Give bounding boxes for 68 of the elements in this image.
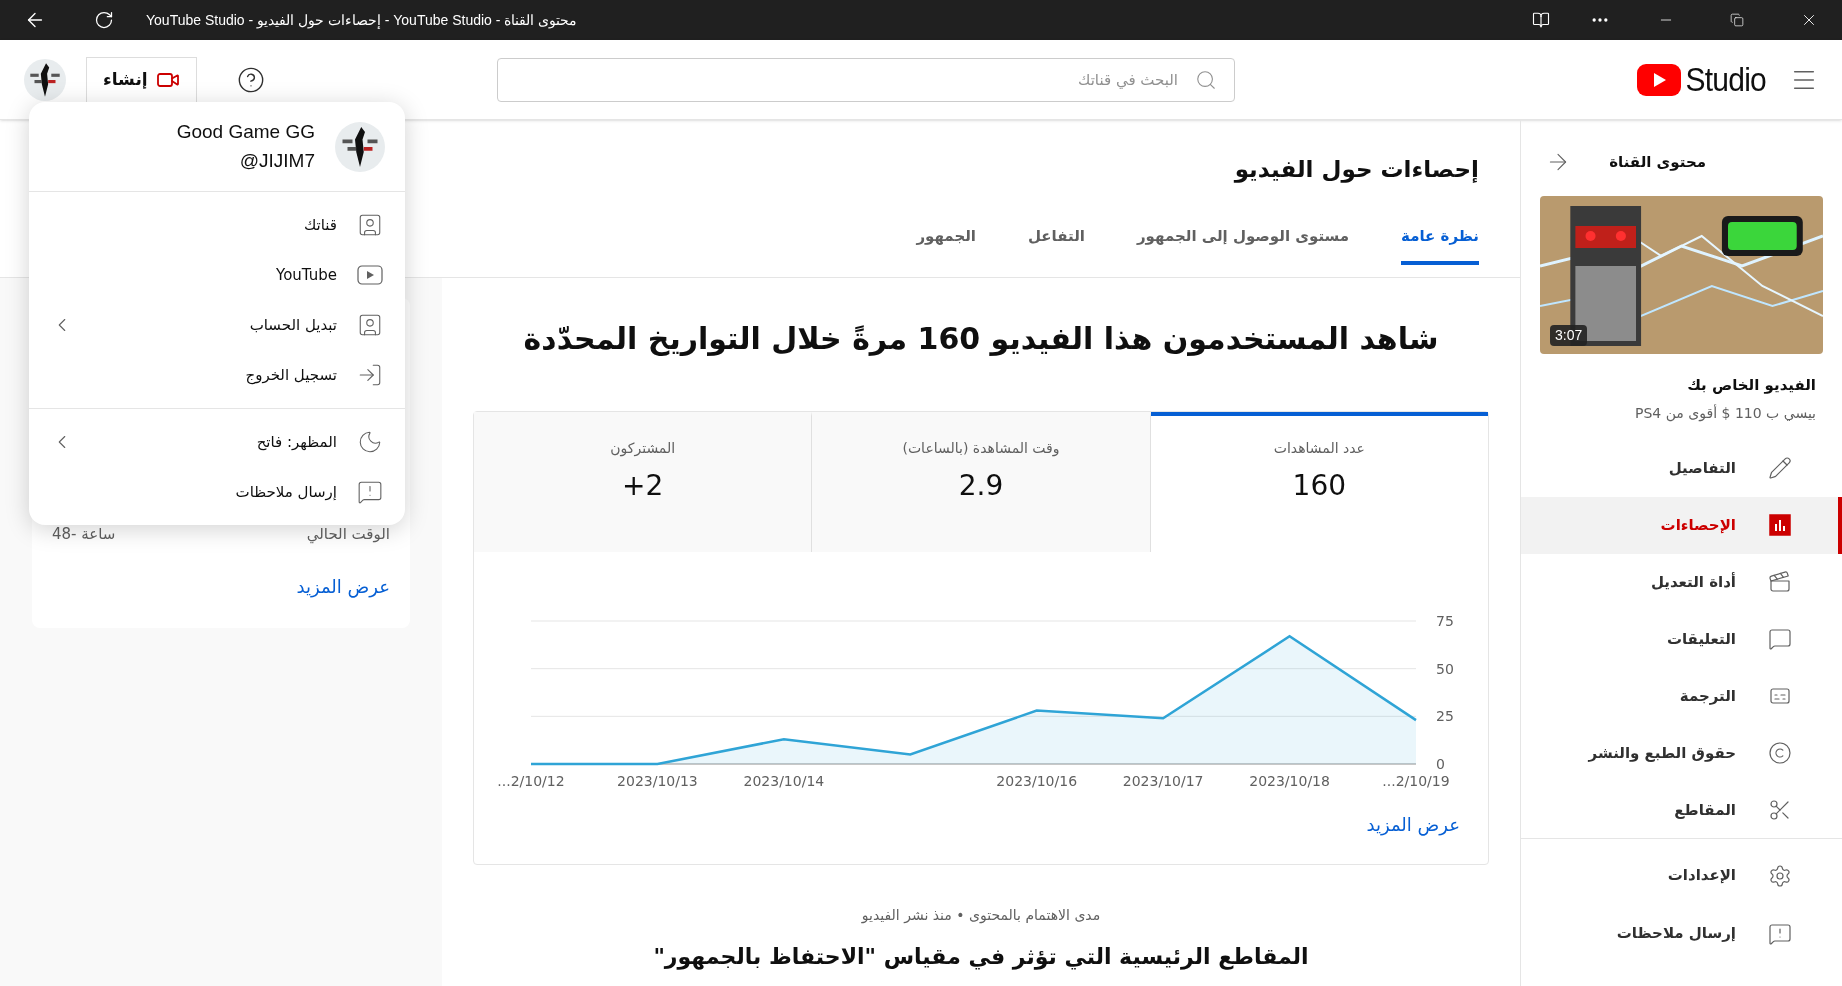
row-label: الوقت الحالي — [306, 523, 390, 545]
nav-item[interactable]: أداة التعديل — [1521, 553, 1842, 611]
video-title: بيسي ب 110 $ أقوى من PS4 — [1634, 403, 1817, 424]
studio-logo[interactable]: Studio — [1637, 57, 1766, 102]
nav-item[interactable]: الترجمة — [1521, 667, 1842, 725]
search-icon — [1195, 68, 1217, 91]
comment-icon — [1768, 627, 1792, 651]
clapperboard-icon — [1768, 570, 1792, 594]
menu-item[interactable]: YouTube — [29, 250, 405, 300]
user-icon — [357, 212, 383, 238]
help-icon[interactable] — [236, 65, 265, 94]
nav-item[interactable]: التعليقات — [1521, 610, 1842, 668]
see-more-link[interactable]: عرض المزيد — [1366, 811, 1460, 838]
nav-item[interactable]: الإعدادات — [1521, 846, 1842, 905]
bar-chart-icon — [1768, 513, 1792, 537]
x-tick-label: 2023/10/17 — [1122, 773, 1204, 789]
x-tick-label: 2023/10/13 — [617, 773, 698, 789]
nav-item[interactable]: الإحصاءات — [1521, 496, 1842, 554]
search-field[interactable]: البحث في قناتك — [497, 57, 1235, 102]
moon-icon — [357, 429, 383, 455]
page-title: إحصاءات حول الفيديو — [1234, 155, 1479, 185]
refresh-icon[interactable] — [94, 10, 114, 30]
video-thumbnail[interactable]: 3:07 — [1540, 196, 1823, 354]
sign-out-icon — [357, 362, 383, 388]
x-tick-label: ...2/10/19 — [1382, 773, 1450, 789]
y-tick-label: 50 — [1436, 660, 1454, 677]
user-icon — [357, 312, 383, 338]
y-tick-label: 25 — [1436, 708, 1454, 725]
menu-item[interactable]: تسجيل الخروج — [29, 350, 405, 400]
channel-content-link[interactable]: محتوى القناة — [1609, 150, 1706, 174]
nav-item[interactable]: المقاطع — [1521, 781, 1842, 838]
x-tick-label: 2023/10/14 — [743, 773, 825, 789]
window-title: YouTube Studio - إحصاءات حول الفيديو - YouTube Studio - محتوى القناة — [146, 10, 578, 31]
tab[interactable]: نظرة عامة — [1401, 224, 1479, 265]
avatar[interactable] — [335, 121, 385, 172]
play-logo-icon — [1637, 63, 1682, 96]
video-duration: 3:07 — [1550, 325, 1588, 346]
row-value: 48- ساعة — [52, 523, 116, 545]
pencil-icon — [1768, 456, 1792, 480]
see-more-link[interactable]: عرض المزيد — [296, 573, 390, 600]
nav-item[interactable]: إرسال ملاحظات — [1521, 904, 1842, 963]
feedback-icon — [357, 479, 383, 505]
nav-item[interactable]: التفاصيل — [1521, 439, 1842, 497]
nav-item[interactable]: حقوق الطبع والنشر — [1521, 724, 1842, 782]
menu-item[interactable]: تبديل الحساب — [29, 300, 405, 350]
reader-icon[interactable] — [1532, 11, 1550, 29]
copyright-icon — [1768, 741, 1792, 765]
tab[interactable]: الجمهور — [916, 224, 976, 265]
menu-item[interactable]: قناتك — [29, 200, 405, 250]
settings-icon — [1768, 863, 1792, 888]
video-caption: الفيديو الخاص بك — [1686, 375, 1817, 396]
account-handle: @JIJIM7 — [238, 148, 315, 173]
account-name: Good Game GG — [176, 120, 315, 144]
play-icon — [357, 265, 383, 285]
restore-icon[interactable] — [1730, 13, 1744, 27]
x-tick-label: ...2/10/12 — [497, 773, 565, 789]
avatar[interactable] — [24, 58, 66, 101]
y-tick-label: 0 — [1436, 756, 1445, 772]
x-tick-label: 2023/10/16 — [996, 773, 1078, 789]
section-heading: المقاطع الرئيسية التي تؤثر في مقياس "الاحتفاظ بالجمهور" — [653, 943, 1309, 972]
y-tick-label: 75 — [1436, 613, 1454, 629]
tab[interactable]: التفاعل — [1028, 224, 1085, 265]
menu-item[interactable]: إرسال ملاحظات — [29, 467, 405, 517]
tab[interactable]: مستوى الوصول إلى الجمهور — [1136, 224, 1350, 265]
feedback-icon — [1768, 921, 1792, 946]
menu-item[interactable]: المظهر: فاتح — [29, 417, 405, 467]
x-tick-label: 2023/10/18 — [1249, 773, 1330, 789]
section-subtitle: مدى الاهتمام بالمحتوى • منذ نشر الفيديو — [861, 906, 1101, 926]
